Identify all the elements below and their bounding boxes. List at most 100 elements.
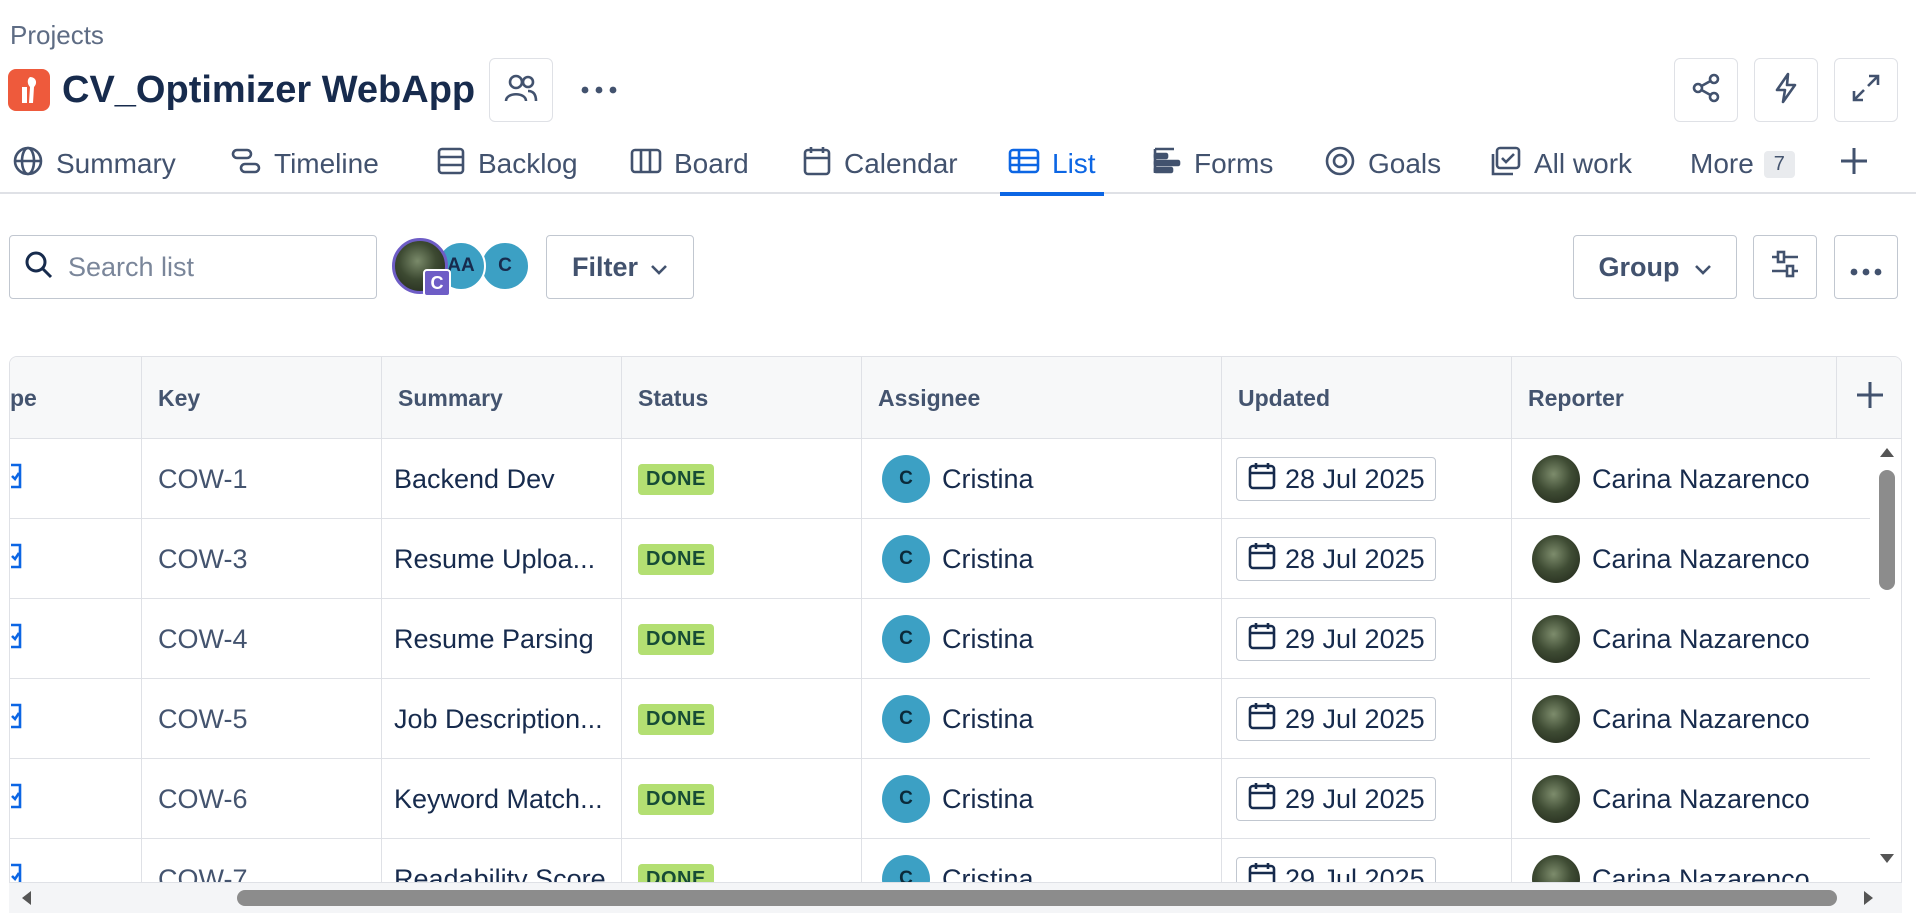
avatar[interactable]: C bbox=[392, 238, 451, 297]
type-cell[interactable] bbox=[10, 679, 142, 759]
status-cell[interactable]: DONE bbox=[622, 599, 862, 679]
date-chip[interactable]: 28 Jul 2025 bbox=[1236, 457, 1436, 501]
reporter-cell[interactable]: Carina Nazarenco bbox=[1512, 679, 1870, 759]
key-cell[interactable]: COW-6 bbox=[142, 759, 382, 839]
tab-summary[interactable]: Summary bbox=[12, 134, 176, 194]
reporter-cell[interactable]: Carina Nazarenco bbox=[1512, 839, 1870, 882]
tab-list[interactable]: List bbox=[1000, 134, 1104, 196]
issue-summary[interactable]: Backend Dev bbox=[394, 464, 555, 495]
more-options-button[interactable] bbox=[1834, 235, 1898, 299]
date-chip[interactable]: 29 Jul 2025 bbox=[1236, 857, 1436, 882]
issue-key[interactable]: COW-7 bbox=[158, 864, 248, 883]
summary-cell[interactable]: Resume Uploa... bbox=[382, 519, 622, 599]
issue-key[interactable]: COW-5 bbox=[158, 704, 248, 735]
type-cell[interactable] bbox=[10, 599, 142, 679]
summary-cell[interactable]: Backend Dev bbox=[382, 439, 622, 519]
issue-summary[interactable]: Resume Parsing bbox=[394, 624, 594, 655]
updated-cell[interactable]: 29 Jul 2025 bbox=[1222, 679, 1512, 759]
reporter-cell[interactable]: Carina Nazarenco bbox=[1512, 439, 1870, 519]
more-actions-button[interactable] bbox=[567, 58, 631, 122]
key-cell[interactable]: COW-5 bbox=[142, 679, 382, 759]
key-cell[interactable]: COW-1 bbox=[142, 439, 382, 519]
group-button[interactable]: Group bbox=[1573, 235, 1737, 299]
table-row[interactable]: COW-6 Keyword Match... DONE C Cristina 29 Jul… bbox=[10, 759, 1870, 839]
issue-summary[interactable]: Job Description... bbox=[394, 704, 603, 735]
updated-cell[interactable]: 29 Jul 2025 bbox=[1222, 759, 1512, 839]
key-cell[interactable]: COW-3 bbox=[142, 519, 382, 599]
avatar[interactable]: C bbox=[480, 241, 530, 291]
status-cell[interactable]: DONE bbox=[622, 759, 862, 839]
status-cell[interactable]: DONE bbox=[622, 519, 862, 599]
summary-cell[interactable]: Job Description... bbox=[382, 679, 622, 759]
vertical-scrollbar[interactable] bbox=[1872, 440, 1902, 870]
status-badge[interactable]: DONE bbox=[638, 543, 714, 575]
assignee-cell[interactable]: C Cristina bbox=[862, 519, 1222, 599]
column-header-assignee[interactable]: Assignee bbox=[862, 357, 1222, 439]
column-header-reporter[interactable]: Reporter bbox=[1512, 357, 1837, 439]
key-cell[interactable]: COW-7 bbox=[142, 839, 382, 883]
assignee-cell[interactable]: C Cristina bbox=[862, 759, 1222, 839]
fullscreen-button[interactable] bbox=[1834, 58, 1898, 122]
column-header-type[interactable]: pe bbox=[10, 357, 142, 439]
summary-cell[interactable]: Keyword Match... bbox=[382, 759, 622, 839]
status-badge[interactable]: DONE bbox=[638, 623, 714, 655]
issue-summary[interactable]: Readability Score bbox=[394, 864, 606, 883]
table-row[interactable]: COW-7 Readability Score DONE C Cristina 29 Ju… bbox=[10, 839, 1870, 883]
status-badge[interactable]: DONE bbox=[638, 463, 714, 495]
column-header-summary[interactable]: Summary bbox=[382, 357, 622, 439]
reporter-cell[interactable]: Carina Nazarenco bbox=[1512, 519, 1870, 599]
view-settings-button[interactable] bbox=[1753, 235, 1817, 299]
horizontal-scrollbar[interactable] bbox=[9, 883, 1902, 913]
assignee-cell[interactable]: C Cristina bbox=[862, 599, 1222, 679]
issue-key[interactable]: COW-1 bbox=[158, 464, 248, 495]
people-button[interactable] bbox=[489, 58, 554, 122]
table-row[interactable]: COW-1 Backend Dev DONE C Cristina 28 Jul 2025… bbox=[10, 439, 1870, 519]
table-row[interactable]: COW-5 Job Description... DONE C Cristina 29 J… bbox=[10, 679, 1870, 759]
column-header-key[interactable]: Key bbox=[142, 357, 382, 439]
issue-key[interactable]: COW-3 bbox=[158, 544, 248, 575]
column-header-status[interactable]: Status bbox=[622, 357, 862, 439]
updated-cell[interactable]: 29 Jul 2025 bbox=[1222, 599, 1512, 679]
issue-summary[interactable]: Keyword Match... bbox=[394, 784, 603, 815]
tab-more[interactable]: More 7 bbox=[1690, 134, 1795, 194]
reporter-cell[interactable]: Carina Nazarenco bbox=[1512, 759, 1870, 839]
issue-summary[interactable]: Resume Uploa... bbox=[394, 544, 595, 575]
date-chip[interactable]: 28 Jul 2025 bbox=[1236, 537, 1436, 581]
column-header-updated[interactable]: Updated bbox=[1222, 357, 1512, 439]
summary-cell[interactable]: Resume Parsing bbox=[382, 599, 622, 679]
date-chip[interactable]: 29 Jul 2025 bbox=[1236, 617, 1436, 661]
tab-goals[interactable]: Goals bbox=[1324, 134, 1441, 194]
tab-all-work[interactable]: All work bbox=[1490, 134, 1632, 194]
updated-cell[interactable]: 28 Jul 2025 bbox=[1222, 519, 1512, 599]
updated-cell[interactable]: 29 Jul 2025 bbox=[1222, 839, 1512, 882]
assignee-cell[interactable]: C Cristina bbox=[862, 439, 1222, 519]
tab-backlog[interactable]: Backlog bbox=[436, 134, 578, 194]
type-cell[interactable] bbox=[10, 759, 142, 839]
tab-timeline[interactable]: Timeline bbox=[230, 134, 379, 194]
add-tab-button[interactable] bbox=[1838, 134, 1882, 194]
status-badge[interactable]: DONE bbox=[638, 863, 714, 882]
status-badge[interactable]: DONE bbox=[638, 783, 714, 815]
type-cell[interactable] bbox=[10, 439, 142, 519]
search-input[interactable] bbox=[68, 251, 368, 283]
status-cell[interactable]: DONE bbox=[622, 839, 862, 882]
share-button[interactable] bbox=[1674, 58, 1738, 122]
status-cell[interactable]: DONE bbox=[622, 439, 862, 519]
assignee-cell[interactable]: C Cristina bbox=[862, 679, 1222, 759]
filter-button[interactable]: Filter bbox=[546, 235, 694, 299]
date-chip[interactable]: 29 Jul 2025 bbox=[1236, 777, 1436, 821]
status-cell[interactable]: DONE bbox=[622, 679, 862, 759]
date-chip[interactable]: 29 Jul 2025 bbox=[1236, 697, 1436, 741]
type-cell[interactable] bbox=[10, 839, 142, 882]
issue-key[interactable]: COW-6 bbox=[158, 784, 248, 815]
type-cell[interactable] bbox=[10, 519, 142, 599]
search-box[interactable] bbox=[9, 235, 377, 299]
assignee-cell[interactable]: C Cristina bbox=[862, 839, 1222, 882]
automation-button[interactable] bbox=[1754, 58, 1818, 122]
breadcrumb[interactable]: Projects bbox=[10, 20, 104, 51]
table-row[interactable]: COW-4 Resume Parsing DONE C Cristina 29 Jul 2… bbox=[10, 599, 1870, 679]
status-badge[interactable]: DONE bbox=[638, 703, 714, 735]
table-row[interactable]: COW-3 Resume Uploa... DONE C Cristina 28 Jul … bbox=[10, 519, 1870, 599]
issue-key[interactable]: COW-4 bbox=[158, 624, 248, 655]
updated-cell[interactable]: 28 Jul 2025 bbox=[1222, 439, 1512, 519]
